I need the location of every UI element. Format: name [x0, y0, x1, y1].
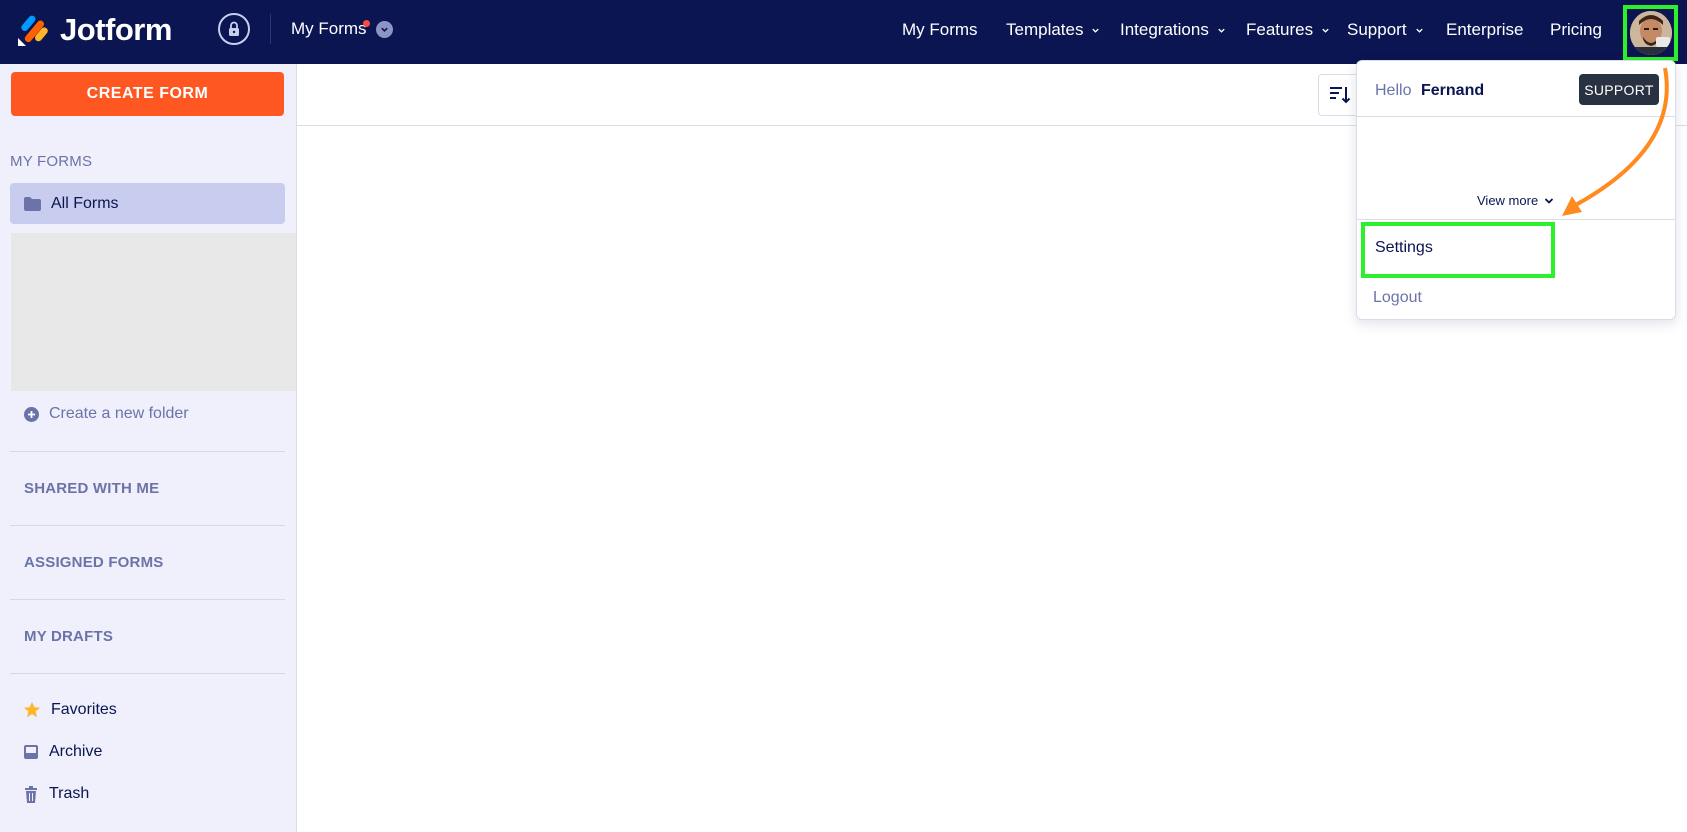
- nav-link-pricing[interactable]: Pricing: [1550, 20, 1602, 40]
- sidebar-item-label: Trash: [49, 785, 90, 802]
- my-drafts-heading[interactable]: MY DRAFTS: [24, 628, 113, 645]
- divider: [10, 673, 285, 674]
- create-folder-label: Create a new folder: [49, 405, 189, 422]
- chevron-down-icon: [1092, 28, 1100, 33]
- nav-link-label: Enterprise: [1446, 20, 1524, 39]
- sidebar-item-favorites[interactable]: Favorites: [23, 701, 117, 719]
- nav-divider: [270, 14, 271, 44]
- nav-link-label: Integrations: [1120, 20, 1209, 39]
- divider: [10, 599, 285, 600]
- sidebar-item-label: Favorites: [51, 701, 117, 718]
- annotation-arrow: [1562, 67, 1669, 216]
- nav-link-integrations[interactable]: Integrations: [1120, 20, 1226, 40]
- divider: [10, 451, 285, 452]
- sidebar: CREATE FORM MY FORMS All Forms Create a …: [0, 64, 297, 832]
- nav-link-templates[interactable]: Templates: [1006, 20, 1100, 40]
- create-folder-link[interactable]: Create a new folder: [24, 405, 189, 423]
- divider: [10, 525, 285, 526]
- sidebar-item-label: Archive: [49, 743, 103, 760]
- chevron-down-icon: [1218, 28, 1225, 33]
- sidebar-item-label: All Forms: [51, 194, 119, 212]
- sidebar-item-archive[interactable]: Archive: [23, 743, 102, 761]
- plus-circle-icon: [24, 406, 39, 422]
- user-avatar[interactable]: [1630, 11, 1672, 55]
- folder-list-placeholder: [11, 233, 296, 391]
- nav-link-label: My Forms: [902, 20, 978, 39]
- my-forms-heading: MY FORMS: [10, 153, 93, 170]
- trash-icon: [25, 785, 37, 803]
- greeting-text: Hello: [1375, 82, 1412, 99]
- nav-link-label: Pricing: [1550, 20, 1602, 39]
- privacy-lock-icon[interactable]: [218, 13, 250, 45]
- archive-icon: [24, 745, 38, 759]
- notification-dot: [363, 20, 370, 27]
- user-name: Fernand: [1421, 82, 1485, 99]
- chevron-down-icon: [1322, 28, 1329, 33]
- jotform-wordmark: Jotform: [60, 12, 172, 47]
- sidebar-item-all-forms[interactable]: All Forms: [10, 183, 285, 224]
- top-navigation-bar: Jotform My Forms My Forms Templates Integr…: [0, 0, 1687, 64]
- star-icon: [23, 701, 41, 718]
- nav-link-label: Features: [1246, 20, 1314, 39]
- folder-icon: [24, 196, 41, 211]
- lock-icon: [229, 21, 239, 36]
- logout-menu-item[interactable]: Logout: [1373, 289, 1422, 307]
- nav-link-label: Support: [1347, 20, 1407, 39]
- assigned-forms-heading[interactable]: ASSIGNED FORMS: [24, 554, 163, 571]
- create-form-button[interactable]: CREATE FORM: [11, 72, 284, 116]
- nav-link-enterprise[interactable]: Enterprise: [1446, 20, 1523, 40]
- nav-link-features[interactable]: Features: [1246, 20, 1330, 40]
- settings-menu-item[interactable]: Settings: [1375, 239, 1433, 257]
- sidebar-item-trash[interactable]: Trash: [23, 785, 89, 803]
- nav-link-support[interactable]: Support: [1347, 20, 1424, 40]
- avatar-icon: [1630, 11, 1672, 55]
- jotform-logo-icon: [18, 15, 48, 46]
- nav-link-my-forms[interactable]: My Forms: [902, 20, 978, 40]
- chevron-down-icon[interactable]: [375, 20, 393, 38]
- jotform-logo[interactable]: Jotform: [16, 12, 172, 48]
- view-more-label: View more: [1477, 193, 1539, 208]
- shared-with-me-heading[interactable]: SHARED WITH ME: [24, 480, 159, 497]
- nav-link-label: Templates: [1006, 20, 1084, 39]
- my-forms-switcher[interactable]: My Forms: [291, 19, 393, 39]
- sort-icon: [1330, 87, 1351, 104]
- section-title: My Forms: [291, 19, 367, 38]
- chevron-down-icon: [1415, 28, 1423, 33]
